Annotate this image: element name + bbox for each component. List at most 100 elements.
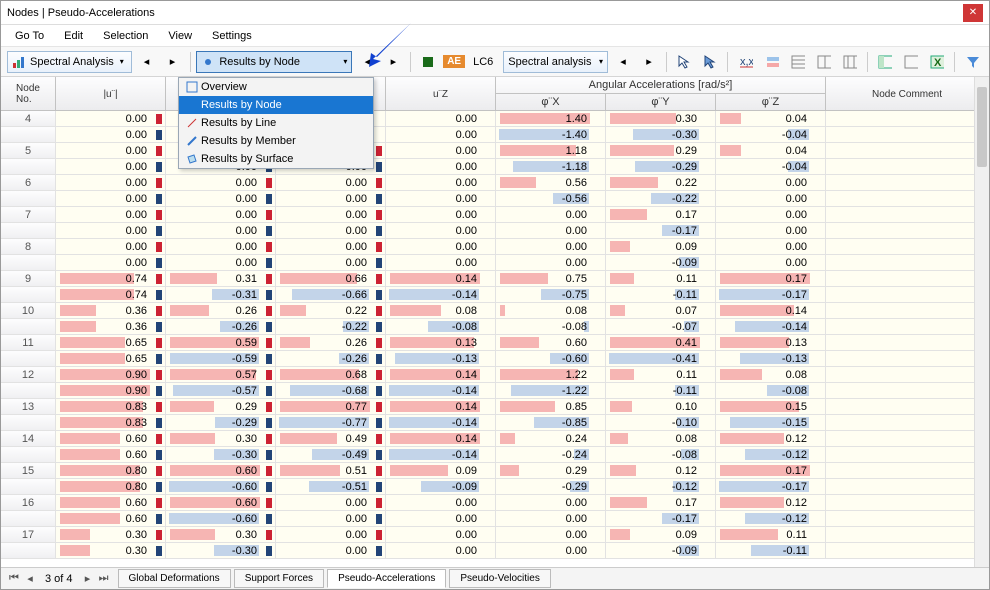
- value-cell[interactable]: -0.85: [496, 415, 606, 430]
- node-cell[interactable]: 15: [1, 463, 56, 478]
- grid-body[interactable]: 40.000.001.400.300.040.000.00-1.40-0.30-…: [1, 111, 989, 567]
- value-cell[interactable]: 0.26: [276, 335, 386, 350]
- comment-cell[interactable]: [826, 431, 989, 446]
- value-cell[interactable]: -0.60: [496, 351, 606, 366]
- node-cell[interactable]: [1, 447, 56, 462]
- spectral-analysis-dropdown[interactable]: Spectral Analysis ▾: [7, 51, 132, 73]
- table-row[interactable]: 0.000.000.000.00-1.18-0.29-0.04: [1, 159, 989, 175]
- comment-cell[interactable]: [826, 495, 989, 510]
- table-row[interactable]: 70.000.000.000.000.000.170.00: [1, 207, 989, 223]
- value-cell[interactable]: -0.10: [606, 415, 716, 430]
- value-cell[interactable]: 0.00: [276, 223, 386, 238]
- node-cell[interactable]: 10: [1, 303, 56, 318]
- layout2-icon[interactable]: [900, 51, 922, 73]
- table-row[interactable]: 0.60-0.30-0.49-0.14-0.24-0.08-0.12: [1, 447, 989, 463]
- node-cell[interactable]: [1, 255, 56, 270]
- comment-cell[interactable]: [826, 255, 989, 270]
- value-cell[interactable]: 0.00: [56, 111, 166, 126]
- table-row[interactable]: 50.000.000.000.001.180.290.04: [1, 143, 989, 159]
- comment-cell[interactable]: [826, 527, 989, 542]
- value-cell[interactable]: -0.12: [716, 447, 826, 462]
- value-cell[interactable]: 0.22: [276, 303, 386, 318]
- loadcase-dropdown[interactable]: Spectral analysis ▾: [503, 51, 608, 73]
- value-cell[interactable]: 0.00: [716, 223, 826, 238]
- value-cell[interactable]: -1.22: [496, 383, 606, 398]
- value-cell[interactable]: 0.00: [166, 207, 276, 222]
- value-cell[interactable]: -0.08: [716, 383, 826, 398]
- value-cell[interactable]: 0.00: [166, 239, 276, 254]
- table-row[interactable]: 0.000.00-1.40-0.30-0.04: [1, 127, 989, 143]
- comment-cell[interactable]: [826, 175, 989, 190]
- value-cell[interactable]: -0.09: [606, 543, 716, 558]
- value-cell[interactable]: 0.14: [386, 431, 496, 446]
- page-prev-button[interactable]: ◂: [23, 572, 37, 586]
- table-row[interactable]: 0.36-0.26-0.22-0.08-0.08-0.07-0.14: [1, 319, 989, 335]
- value-cell[interactable]: 0.00: [496, 223, 606, 238]
- value-cell[interactable]: 0.00: [276, 239, 386, 254]
- next-button[interactable]: ▸: [162, 51, 184, 73]
- value-cell[interactable]: 0.00: [716, 239, 826, 254]
- value-cell[interactable]: -0.08: [386, 319, 496, 334]
- value-cell[interactable]: -0.26: [276, 351, 386, 366]
- filter-icon[interactable]: [961, 51, 983, 73]
- value-cell[interactable]: 0.00: [386, 511, 496, 526]
- node-cell[interactable]: 6: [1, 175, 56, 190]
- menu-results-by-member[interactable]: Results by Member: [179, 132, 373, 150]
- value-cell[interactable]: -0.14: [386, 447, 496, 462]
- table-row[interactable]: 0.65-0.59-0.26-0.13-0.60-0.41-0.13: [1, 351, 989, 367]
- value-cell[interactable]: 0.24: [496, 431, 606, 446]
- comment-cell[interactable]: [826, 351, 989, 366]
- comment-cell[interactable]: [826, 271, 989, 286]
- value-cell[interactable]: 0.17: [606, 207, 716, 222]
- menu-results-by-line[interactable]: Results by Line: [179, 114, 373, 132]
- value-cell[interactable]: 0.00: [496, 239, 606, 254]
- value-cell[interactable]: -0.17: [606, 223, 716, 238]
- value-cell[interactable]: 0.00: [386, 527, 496, 542]
- table-row[interactable]: 0.74-0.31-0.66-0.14-0.75-0.11-0.17: [1, 287, 989, 303]
- value-cell[interactable]: -0.29: [606, 159, 716, 174]
- value-cell[interactable]: 0.60: [166, 463, 276, 478]
- value-cell[interactable]: 0.00: [716, 207, 826, 222]
- table-row[interactable]: 140.600.300.490.140.240.080.12: [1, 431, 989, 447]
- value-cell[interactable]: -0.08: [606, 447, 716, 462]
- value-cell[interactable]: 0.75: [496, 271, 606, 286]
- value-cell[interactable]: 0.17: [606, 495, 716, 510]
- layout1-icon[interactable]: [874, 51, 896, 73]
- page-last-button[interactable]: ⏭: [97, 572, 111, 586]
- menu-results-by-node[interactable]: Results by Node: [179, 96, 373, 114]
- value-cell[interactable]: 0.09: [606, 527, 716, 542]
- value-cell[interactable]: 0.00: [716, 255, 826, 270]
- table-row[interactable]: 100.360.260.220.080.080.070.14: [1, 303, 989, 319]
- value-cell[interactable]: -0.59: [166, 351, 276, 366]
- value-cell[interactable]: 0.22: [606, 175, 716, 190]
- comment-cell[interactable]: [826, 399, 989, 414]
- table-row[interactable]: 80.000.000.000.000.000.090.00: [1, 239, 989, 255]
- menu-settings[interactable]: Settings: [204, 28, 260, 44]
- value-cell[interactable]: 0.80: [56, 463, 166, 478]
- node-cell[interactable]: [1, 479, 56, 494]
- value-cell[interactable]: 0.00: [166, 175, 276, 190]
- value-cell[interactable]: 0.00: [386, 143, 496, 158]
- value-cell[interactable]: 0.60: [56, 495, 166, 510]
- value-cell[interactable]: 0.00: [386, 223, 496, 238]
- value-cell[interactable]: 0.00: [496, 207, 606, 222]
- value-cell[interactable]: 0.26: [166, 303, 276, 318]
- value-cell[interactable]: 0.00: [386, 255, 496, 270]
- view-grid3-icon[interactable]: [839, 51, 861, 73]
- comment-cell[interactable]: [826, 239, 989, 254]
- value-cell[interactable]: -0.09: [606, 255, 716, 270]
- col-phiz[interactable]: φ¨Z: [716, 94, 825, 110]
- value-cell[interactable]: 0.00: [496, 495, 606, 510]
- node-cell[interactable]: 8: [1, 239, 56, 254]
- comment-cell[interactable]: [826, 383, 989, 398]
- value-cell[interactable]: 0.60: [56, 431, 166, 446]
- node-cell[interactable]: 13: [1, 399, 56, 414]
- value-cell[interactable]: 0.00: [716, 175, 826, 190]
- comment-cell[interactable]: [826, 143, 989, 158]
- value-cell[interactable]: -0.04: [716, 127, 826, 142]
- value-cell[interactable]: 0.11: [606, 271, 716, 286]
- value-cell[interactable]: 0.15: [716, 399, 826, 414]
- value-cell[interactable]: 0.17: [716, 271, 826, 286]
- value-cell[interactable]: -0.49: [276, 447, 386, 462]
- value-cell[interactable]: 0.00: [56, 143, 166, 158]
